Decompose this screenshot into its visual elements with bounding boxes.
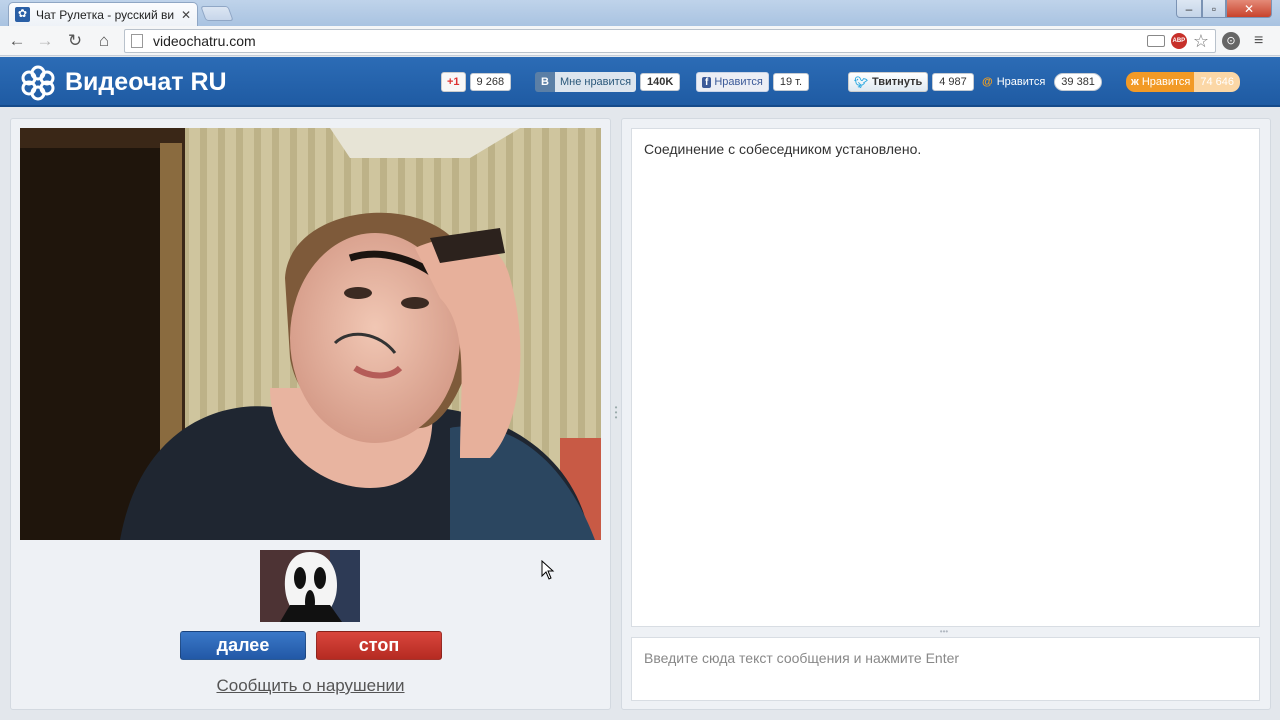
self-video xyxy=(260,550,360,622)
home-icon[interactable]: ⌂ xyxy=(93,30,115,52)
site-logo-text[interactable]: Видеочат RU xyxy=(65,68,227,97)
tweet-label: Твитнуть xyxy=(871,76,923,88)
arrow-right-icon[interactable]: → xyxy=(34,30,56,52)
twitter-share: 🐦︎ Твитнуть 4 987 xyxy=(848,72,974,92)
stop-button[interactable]: стоп xyxy=(316,631,442,660)
maximize-window-button[interactable]: ▫ xyxy=(1202,0,1226,18)
extension-icon[interactable]: ⊙ xyxy=(1222,32,1240,50)
page-icon xyxy=(131,34,143,48)
address-bar[interactable]: videochatru.com ABP ☆ xyxy=(124,29,1216,53)
chat-resize-handle[interactable]: ••• xyxy=(934,628,954,636)
chat-log: Соединение с собеседником установлено. xyxy=(631,128,1260,627)
gplus-button[interactable]: +1 xyxy=(441,72,466,92)
browser-tab-strip: ✿ Чат Рулетка - русский ви ✕ – ▫ ✕ xyxy=(0,0,1280,26)
videochat-logo-icon: ✿ xyxy=(15,7,30,22)
camera-icon[interactable] xyxy=(1146,35,1165,47)
remote-video xyxy=(20,128,601,540)
odnoklassniki-like-button[interactable]: ж Нравится xyxy=(1126,72,1195,92)
mailru-count: 39 381 xyxy=(1054,73,1102,91)
facebook-count: 19 т. xyxy=(772,73,810,91)
hamburger-menu-icon[interactable]: ≡ xyxy=(1254,32,1263,50)
close-tab-icon[interactable]: ✕ xyxy=(181,8,191,22)
video-panel: далее стоп Сообщить о нарушении xyxy=(10,118,611,710)
vk-like-button[interactable]: Мне нравится xyxy=(554,72,637,92)
mouse-cursor-icon xyxy=(541,560,555,580)
chat-system-message: Соединение с собеседником установлено. xyxy=(644,141,922,157)
facebook-like-label: Нравится xyxy=(714,76,763,88)
chat-message-input[interactable] xyxy=(631,637,1260,701)
vk-count: 140K xyxy=(640,73,681,91)
report-violation-link[interactable]: Сообщить о нарушении xyxy=(11,676,610,696)
new-tab-button[interactable] xyxy=(200,6,234,21)
tweet-button[interactable]: 🐦︎ Твитнуть xyxy=(848,72,929,92)
facebook-share: f Нравится 19 т. xyxy=(696,72,810,92)
mailru-share: @ Нравится 39 381 xyxy=(977,72,1102,92)
vk-share: В Мне нравится 140K xyxy=(535,72,681,92)
star-icon[interactable]: ☆ xyxy=(1193,32,1209,50)
odnoklassniki-count: 74 646 xyxy=(1194,72,1241,92)
browser-tab[interactable]: ✿ Чат Рулетка - русский ви ✕ xyxy=(8,2,198,26)
minimize-window-button[interactable]: – xyxy=(1176,0,1202,18)
twitter-count: 4 987 xyxy=(932,73,974,91)
odnoklassniki-like-label: Нравится xyxy=(1141,76,1191,88)
arrow-left-icon[interactable]: ← xyxy=(6,30,28,52)
next-button[interactable]: далее xyxy=(180,631,306,660)
site-header: Видеочат RU +1 9 268 В Мне нравится 140K… xyxy=(0,57,1280,107)
self-video-frame xyxy=(260,550,360,622)
vk-icon[interactable]: В xyxy=(535,72,555,92)
url-text[interactable]: videochatru.com xyxy=(153,33,256,49)
mailru-icon: @ xyxy=(982,76,993,88)
facebook-like-button[interactable]: f Нравится xyxy=(696,72,769,92)
remote-video-frame xyxy=(20,128,601,540)
twitter-bird-icon: 🐦︎ xyxy=(854,76,868,89)
chat-panel: Соединение с собеседником установлено. •… xyxy=(621,118,1271,710)
gplus-count: 9 268 xyxy=(469,73,512,91)
panel-splitter-handle[interactable]: • • • xyxy=(613,404,619,422)
tab-title: Чат Рулетка - русский ви xyxy=(36,7,175,22)
odnoklassniki-share: ж Нравится 74 646 xyxy=(1126,72,1241,92)
mailru-like-label: Нравится xyxy=(996,76,1046,88)
adblock-icon[interactable]: ABP xyxy=(1170,33,1187,49)
gplus-share: +1 9 268 xyxy=(441,72,512,92)
odnoklassniki-icon: ж xyxy=(1131,76,1139,88)
videochat-logo-icon[interactable] xyxy=(20,65,56,101)
browser-toolbar: ← → ↻ ⌂ videochatru.com ABP ☆ ⊙ ≡ xyxy=(0,26,1280,56)
reload-icon[interactable]: ↻ xyxy=(64,30,86,52)
facebook-icon: f xyxy=(702,76,712,88)
close-window-button[interactable]: ✕ xyxy=(1226,0,1272,18)
mailru-like-button[interactable]: @ Нравится xyxy=(977,72,1050,92)
